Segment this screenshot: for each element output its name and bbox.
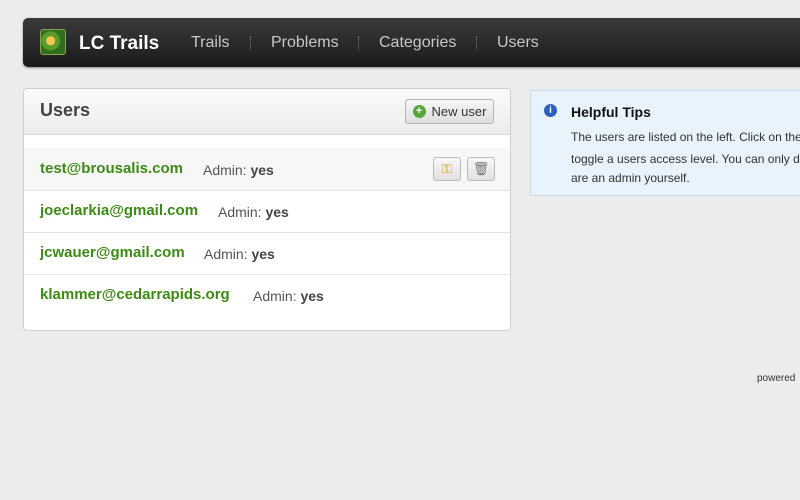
- admin-label: Admin:: [218, 204, 262, 220]
- panel-title: Users: [40, 100, 91, 120]
- nav-item-categories[interactable]: Categories: [379, 34, 456, 52]
- admin-value: yes: [265, 204, 289, 220]
- admin-label: Admin:: [203, 162, 247, 178]
- admin-status: Admin: yes: [203, 162, 274, 178]
- helpful-tips-box: i Helpful Tips The users are listed on t…: [530, 90, 800, 196]
- new-user-label: New user: [431, 104, 487, 119]
- tips-text-line: are an admin yourself.: [571, 171, 690, 185]
- plus-icon: +: [412, 105, 426, 118]
- panel-header: Users + New user: [24, 89, 510, 135]
- user-row: test@brousalis.com Admin: yes ⚿ 🗑: [24, 148, 510, 191]
- admin-status: Admin: yes: [253, 288, 324, 304]
- admin-value: yes: [300, 288, 324, 304]
- tips-title: Helpful Tips: [571, 104, 651, 120]
- delete-user-button[interactable]: 🗑: [467, 157, 495, 181]
- user-email-link[interactable]: joeclarkia@gmail.com: [40, 202, 198, 219]
- user-row: jcwauer@gmail.com Admin: yes: [24, 232, 510, 275]
- nav-separator: [476, 36, 477, 50]
- nav-item-trails[interactable]: Trails: [191, 34, 230, 52]
- key-icon: ⚿: [442, 161, 452, 176]
- nav-separator: [250, 36, 251, 50]
- nav-item-problems[interactable]: Problems: [271, 34, 339, 52]
- admin-status: Admin: yes: [204, 246, 275, 262]
- tips-text-line: The users are listed on the left. Click …: [571, 130, 800, 144]
- info-icon: i: [544, 104, 557, 117]
- toggle-admin-button[interactable]: ⚿: [433, 157, 461, 181]
- user-row: klammer@cedarrapids.org Admin: yes: [24, 274, 510, 316]
- user-email-link[interactable]: klammer@cedarrapids.org: [40, 286, 230, 303]
- trash-icon: 🗑: [472, 161, 490, 176]
- logo-icon[interactable]: [40, 29, 66, 55]
- admin-label: Admin:: [253, 288, 297, 304]
- brand-title[interactable]: LC Trails: [79, 33, 159, 55]
- nav-separator: [358, 36, 359, 50]
- admin-status: Admin: yes: [218, 204, 289, 220]
- admin-value: yes: [250, 162, 274, 178]
- nav-item-users[interactable]: Users: [497, 34, 539, 52]
- new-user-button[interactable]: + New user: [405, 99, 494, 124]
- users-panel: Users + New user test@brousalis.com Admi…: [23, 88, 511, 331]
- user-row: joeclarkia@gmail.com Admin: yes: [24, 190, 510, 233]
- tips-text-line: toggle a users access level. You can onl…: [571, 152, 800, 166]
- admin-value: yes: [251, 246, 275, 262]
- user-email-link[interactable]: jcwauer@gmail.com: [40, 244, 185, 261]
- admin-label: Admin:: [204, 246, 248, 262]
- top-navbar: LC Trails Trails Problems Categories Use…: [23, 18, 800, 67]
- powered-by-text: powered: [757, 373, 796, 384]
- user-email-link[interactable]: test@brousalis.com: [40, 160, 183, 177]
